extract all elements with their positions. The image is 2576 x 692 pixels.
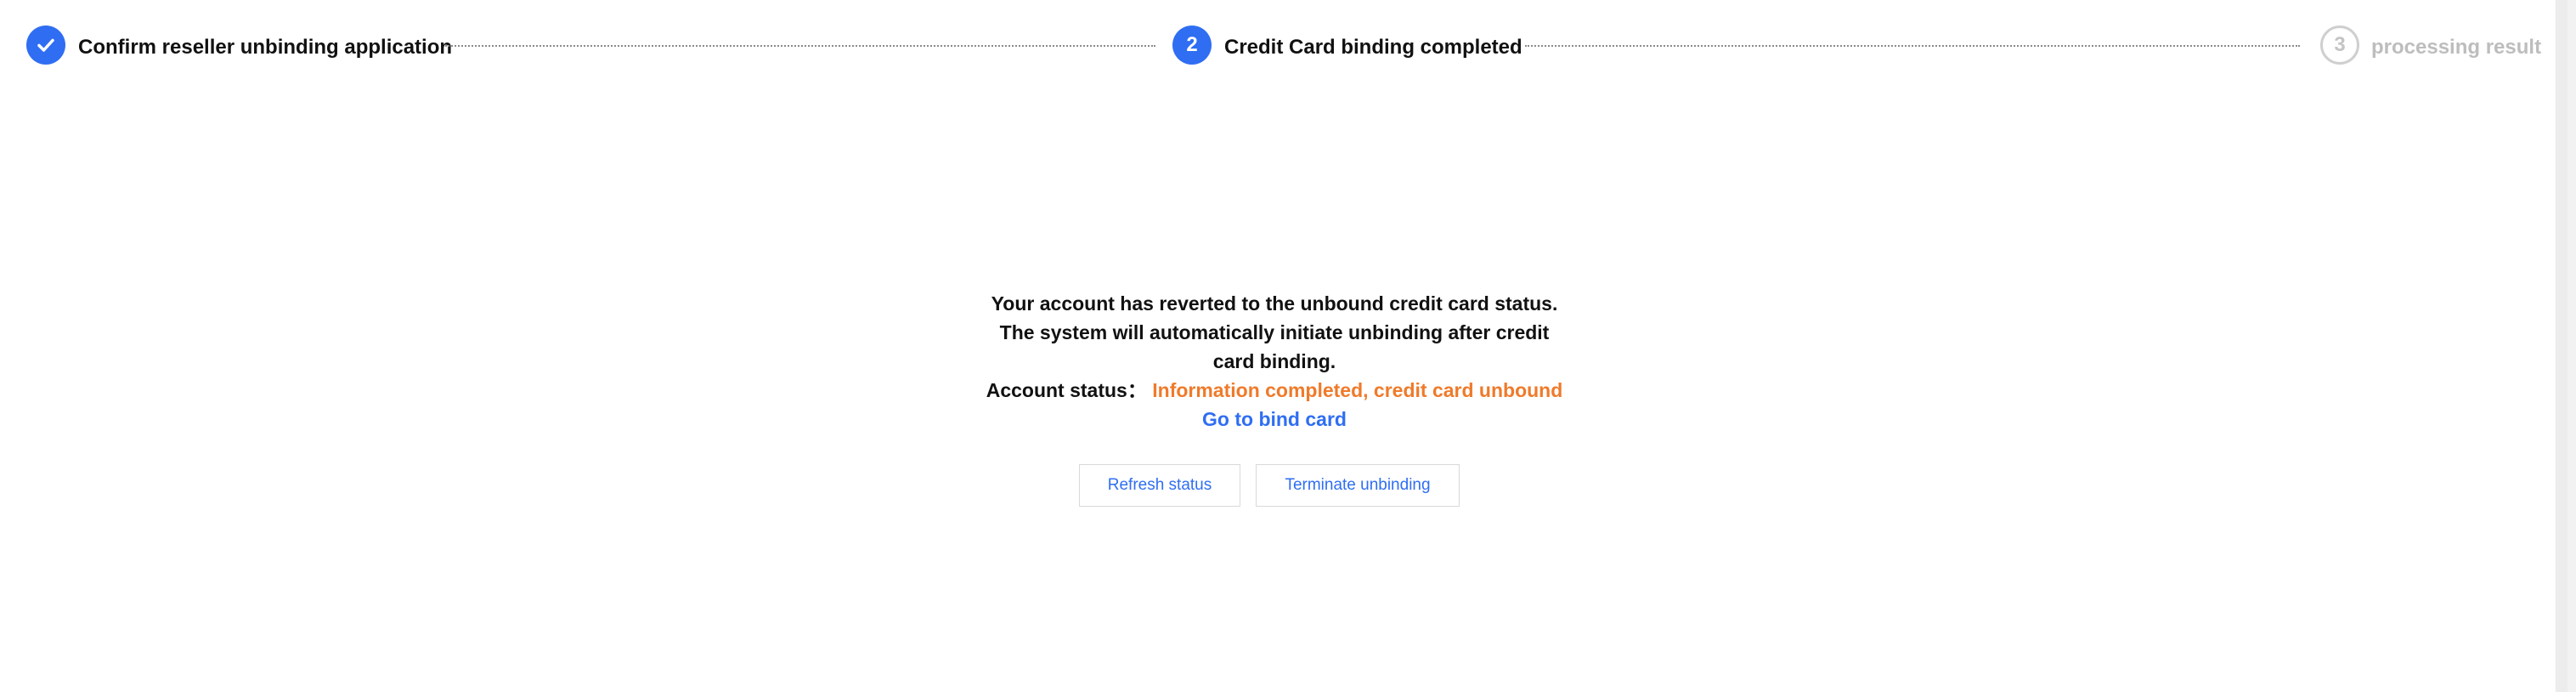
step-2-indicator: 2 [1172,26,1212,65]
stepper: Confirm reseller unbinding application 2… [0,0,2549,94]
page: Confirm reseller unbinding application 2… [0,0,2576,692]
status-message: Your account has reverted to the unbound… [991,292,1558,372]
step-3-label: processing result [2371,36,2542,59]
step-2-label: Credit Card binding completed [1224,36,1522,59]
go-to-bind-card-link[interactable]: Go to bind card [1202,408,1347,430]
step-connector-1 [445,45,1155,47]
step-3-indicator: 3 [2320,26,2359,65]
account-status-value: Information completed, credit card unbou… [1152,379,1563,401]
step-1-done-indicator [26,26,65,65]
account-status-label: Account status： [986,379,1147,401]
step-connector-2 [1525,45,2300,47]
scrollbar-thumb[interactable] [2557,0,2568,692]
terminate-unbinding-button[interactable]: Terminate unbinding [1256,464,1460,507]
refresh-status-button[interactable]: Refresh status [1079,464,1240,507]
step-1-label: Confirm reseller unbinding application [78,36,453,59]
account-status: Account status： Information completed, c… [986,376,1563,434]
check-icon [37,38,54,52]
